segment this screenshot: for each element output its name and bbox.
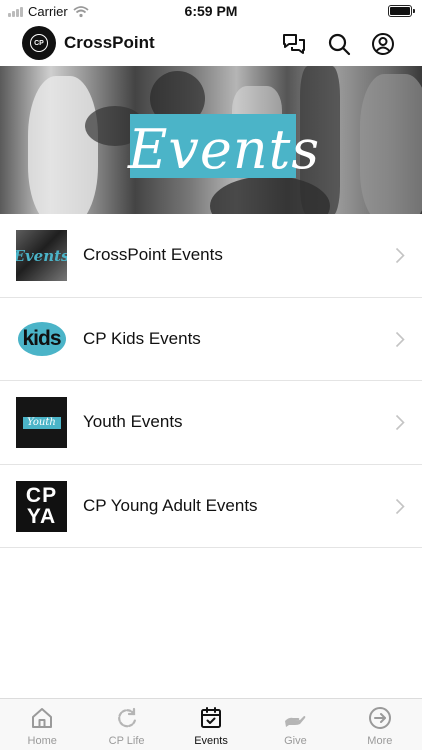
refresh-icon — [115, 706, 139, 730]
chevron-right-icon — [395, 331, 405, 347]
logo-mark: CP — [30, 34, 48, 52]
list-item-youth-events[interactable]: Youth Youth Events — [0, 381, 422, 465]
youth-events-thumbnail: Youth — [16, 397, 67, 448]
chevron-right-icon — [395, 247, 405, 264]
tab-cp-life[interactable]: CP Life — [84, 699, 168, 750]
hero-banner: Events — [0, 66, 422, 214]
status-time: 6:59 PM — [184, 3, 238, 19]
battery-icon — [388, 5, 415, 17]
list-item-label: CrossPoint Events — [83, 245, 223, 264]
thumbnail-text: Youth — [27, 417, 56, 428]
list-item-label: CP Kids Events — [83, 328, 201, 348]
tab-events[interactable]: Events — [169, 699, 253, 750]
list-item-label: CP Young Adult Events — [83, 495, 258, 515]
chevron-right-icon — [395, 414, 405, 431]
list-item-label: Youth Events — [83, 412, 183, 431]
arrow-circle-right-icon — [368, 706, 392, 730]
home-icon — [30, 706, 54, 730]
hero-title: Events — [128, 118, 321, 181]
list-item-crosspoint-events[interactable]: Events CrossPoint Events — [0, 214, 422, 298]
search-icon[interactable] — [327, 32, 351, 56]
crosspoint-events-thumbnail: Events — [16, 230, 67, 281]
profile-icon[interactable] — [371, 32, 395, 56]
status-bar: Carrier 6:59 PM — [0, 0, 422, 22]
tab-give[interactable]: Give — [253, 699, 337, 750]
cp-kids-events-thumbnail: kids — [16, 313, 67, 365]
thumbnail-text-line2: YA — [26, 505, 57, 528]
chat-icon[interactable] — [282, 32, 306, 56]
chevron-right-icon — [395, 498, 405, 514]
tab-more[interactable]: More — [338, 699, 422, 750]
thumbnail-text: kids — [22, 327, 61, 350]
tab-label: Give — [284, 735, 307, 747]
hand-icon — [283, 706, 307, 730]
tab-label: More — [367, 735, 393, 747]
tab-label: Home — [27, 735, 57, 747]
youth-logo-bar: Youth — [22, 416, 61, 429]
app-header: CP CrossPoint — [0, 26, 422, 62]
app-title: CrossPoint — [64, 33, 155, 52]
tab-home[interactable]: Home — [0, 699, 84, 750]
list-item-cp-kids-events[interactable]: kids CP Kids Events — [0, 298, 422, 381]
tab-label: Events — [194, 735, 228, 747]
thumbnail-text: Events — [16, 246, 67, 265]
cp-young-adult-events-thumbnail: CP YA — [16, 480, 67, 532]
calendar-check-icon — [199, 706, 223, 730]
crosspoint-logo[interactable]: CP — [22, 26, 56, 60]
tab-label: CP Life — [108, 735, 145, 747]
thumbnail-text-line1: CP — [25, 484, 58, 507]
kids-logo-ring: kids — [17, 322, 66, 356]
list-item-cp-young-adult-events[interactable]: CP YA CP Young Adult Events — [0, 465, 422, 548]
events-list: Events CrossPoint Events kids CP Kids Ev… — [0, 214, 422, 548]
tab-bar: Home CP Life Events Give More — [0, 698, 422, 750]
